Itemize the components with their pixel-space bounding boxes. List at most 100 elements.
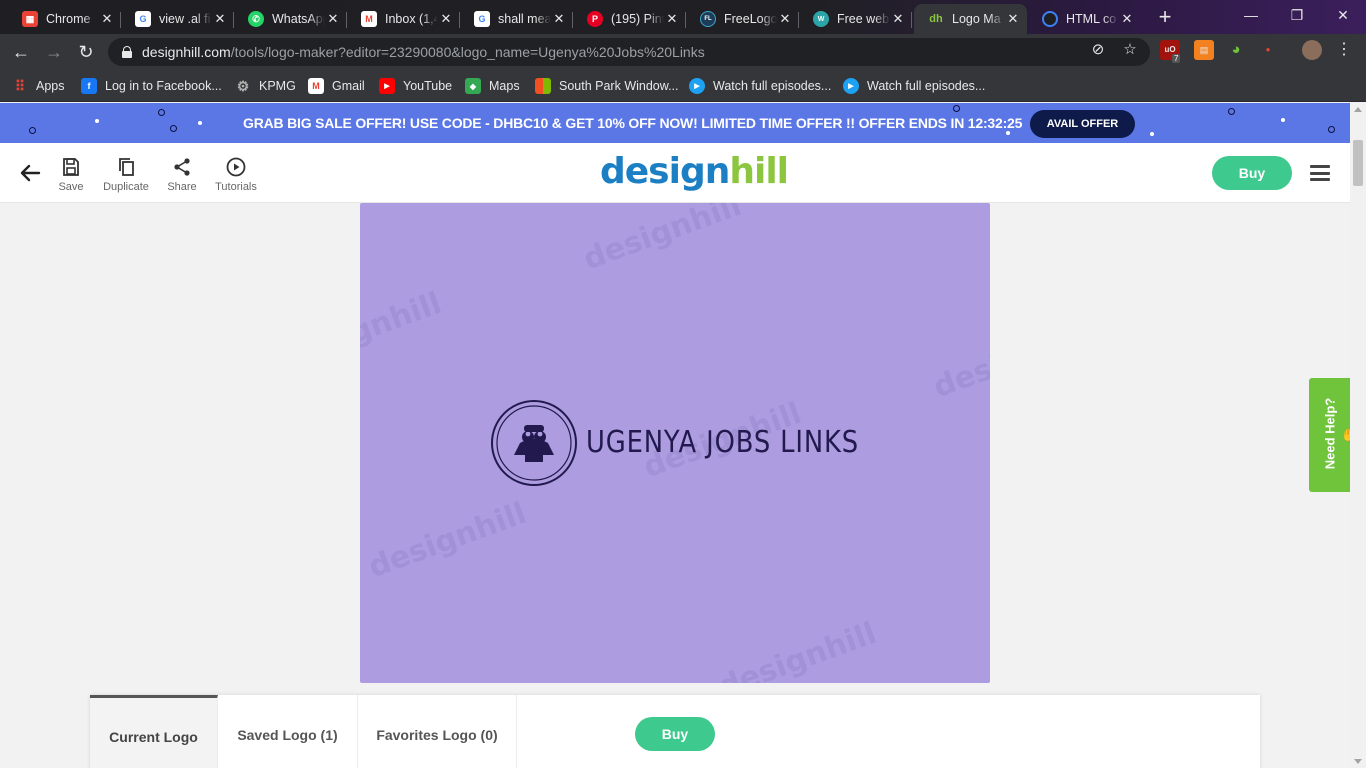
html-icon <box>1042 11 1058 27</box>
page-scrollbar[interactable] <box>1350 103 1366 768</box>
back-icon[interactable]: ← <box>8 40 34 64</box>
tab-title: WhatsApp <box>272 12 325 26</box>
duplicate-button[interactable]: Duplicate <box>96 157 156 193</box>
web-icon: W <box>813 11 829 27</box>
extension-icon[interactable]: ▤ <box>1194 40 1214 60</box>
browser-toolbar: ← → ↻ designhill.com/tools/logo-maker?ed… <box>0 34 1366 70</box>
bookmark-youtube[interactable]: ▶ YouTube <box>379 76 452 96</box>
tab-title: Logo Ma <box>952 12 1001 26</box>
browser-tab[interactable]: W Free web ✕ <box>799 4 912 34</box>
extension-badge: 7 <box>1172 54 1181 63</box>
back-arrow-icon[interactable] <box>18 161 42 185</box>
close-icon[interactable]: ✕ <box>212 11 228 27</box>
browser-tab[interactable]: FL FreeLogo ✕ <box>686 4 799 34</box>
bookmark-facebook[interactable]: f Log in to Facebook... <box>81 76 222 96</box>
share-icon <box>174 158 190 176</box>
reload-icon[interactable]: ↻ <box>73 40 99 64</box>
blocked-popup-icon[interactable]: ⊘ <box>1088 40 1108 60</box>
google-icon: G <box>135 11 151 27</box>
bookmark-kpmg[interactable]: ⚙ KPMG <box>235 76 296 96</box>
tutorials-button[interactable]: Tutorials <box>206 157 266 193</box>
close-icon[interactable]: ✕ <box>777 11 793 27</box>
logo-canvas[interactable]: designhill designhill designhill designh… <box>360 203 990 683</box>
tab-saved-logo[interactable]: Saved Logo (1) <box>218 695 358 768</box>
bookmark-label: Gmail <box>332 79 365 93</box>
record-extension-icon[interactable]: ● <box>1258 40 1278 60</box>
forward-icon[interactable]: → <box>41 40 67 64</box>
avail-offer-button[interactable]: AVAIL OFFER <box>1030 110 1135 138</box>
scroll-up-icon[interactable] <box>1354 107 1362 112</box>
tab-title: HTML co <box>1066 12 1117 26</box>
close-icon[interactable]: ✕ <box>99 11 115 27</box>
browser-tab-active[interactable]: dh Logo Ma ✕ <box>914 4 1027 34</box>
window-close-button[interactable]: ✕ <box>1320 4 1366 28</box>
buy-button-bottom[interactable]: Buy <box>635 717 715 751</box>
facebook-icon: f <box>81 78 97 94</box>
binoculars-person-icon[interactable] <box>490 399 578 487</box>
logo-brand-name[interactable]: UGENYA JOBS LINKS <box>586 425 859 460</box>
share-button[interactable]: Share <box>152 157 212 193</box>
tab-title: (195) Pint <box>611 12 664 26</box>
close-icon[interactable]: ✕ <box>890 11 906 27</box>
share-label: Share <box>167 181 197 193</box>
address-bar[interactable]: designhill.com/tools/logo-maker?editor=2… <box>108 38 1150 66</box>
waving-hand-icon: ✋ <box>1341 428 1350 442</box>
menu-kebab-icon[interactable]: ⋮ <box>1334 40 1354 60</box>
tab-favorites-logo[interactable]: Favorites Logo (0) <box>358 695 517 768</box>
scroll-down-icon[interactable] <box>1354 759 1362 764</box>
browser-tab[interactable]: HTML co ✕ <box>1028 4 1141 34</box>
bookmark-south-park[interactable]: South Park Window... <box>535 76 679 96</box>
gmail-icon: M <box>308 78 324 94</box>
hamburger-menu-icon[interactable] <box>1310 165 1330 181</box>
bookmark-star-icon[interactable]: ☆ <box>1120 40 1140 60</box>
minimize-button[interactable]: — <box>1228 4 1274 28</box>
bookmark-watch-1[interactable]: ▶ Watch full episodes... <box>689 76 831 96</box>
freelogo-icon: FL <box>700 11 716 27</box>
globe-extension-icon[interactable]: ◕ <box>1226 40 1246 60</box>
bookmark-label: KPMG <box>259 79 296 93</box>
gear-icon: ⚙ <box>236 77 250 94</box>
designhill-logo[interactable]: designhill <box>600 151 789 192</box>
browser-tab[interactable]: G view .al fi ✕ <box>121 4 234 34</box>
browser-tab[interactable]: G shall mea ✕ <box>460 4 573 34</box>
browser-tab[interactable]: M Inbox (1,4 ✕ <box>347 4 460 34</box>
buy-button[interactable]: Buy <box>1212 156 1292 190</box>
need-help-tab[interactable]: Need Help? ✋ <box>1309 378 1350 492</box>
close-icon[interactable]: ✕ <box>1119 11 1135 27</box>
bookmark-watch-2[interactable]: ▶ Watch full episodes... <box>843 76 985 96</box>
restore-button[interactable]: ❐ <box>1274 4 1320 28</box>
watermark: designhill <box>928 315 990 406</box>
close-icon[interactable]: ✕ <box>438 11 454 27</box>
tab-current-logo[interactable]: Current Logo <box>90 695 218 768</box>
browser-tab[interactable]: ▦ Chrome ✕ <box>8 4 121 34</box>
close-icon[interactable]: ✕ <box>664 11 680 27</box>
bookmark-apps[interactable]: ⠿ Apps <box>12 76 65 96</box>
play-circle-icon: ▶ <box>843 78 859 94</box>
bookmark-label: South Park Window... <box>559 79 679 93</box>
new-tab-button[interactable]: + <box>1152 6 1178 30</box>
duplicate-label: Duplicate <box>103 181 149 193</box>
bookmark-label: YouTube <box>403 79 453 93</box>
browser-tab[interactable]: P (195) Pint ✕ <box>573 4 686 34</box>
close-icon[interactable]: ✕ <box>325 11 341 27</box>
gmail-icon: M <box>361 11 377 27</box>
watermark: designhill <box>713 615 882 683</box>
windows-icon <box>535 78 551 94</box>
bookmark-maps[interactable]: ◆ Maps <box>465 76 520 96</box>
profile-avatar[interactable] <box>1302 40 1322 60</box>
whatsapp-icon: ✆ <box>248 11 264 27</box>
lock-icon <box>122 46 132 58</box>
bookmark-label: Watch full episodes... <box>867 79 986 93</box>
editor-header: Save Duplicate Share Tutorials designhil… <box>0 143 1350 203</box>
close-icon[interactable]: ✕ <box>1005 11 1021 27</box>
play-circle-icon: ▶ <box>689 78 705 94</box>
tutorials-label: Tutorials <box>215 181 257 193</box>
browser-tab[interactable]: ✆ WhatsApp ✕ <box>234 4 347 34</box>
close-icon[interactable]: ✕ <box>551 11 567 27</box>
save-icon <box>63 158 79 176</box>
save-button[interactable]: Save <box>41 157 101 193</box>
watermark: designhill <box>363 495 532 586</box>
scrollbar-thumb[interactable] <box>1353 140 1363 186</box>
pinterest-icon: P <box>587 11 603 27</box>
bookmark-gmail[interactable]: M Gmail <box>308 76 365 96</box>
